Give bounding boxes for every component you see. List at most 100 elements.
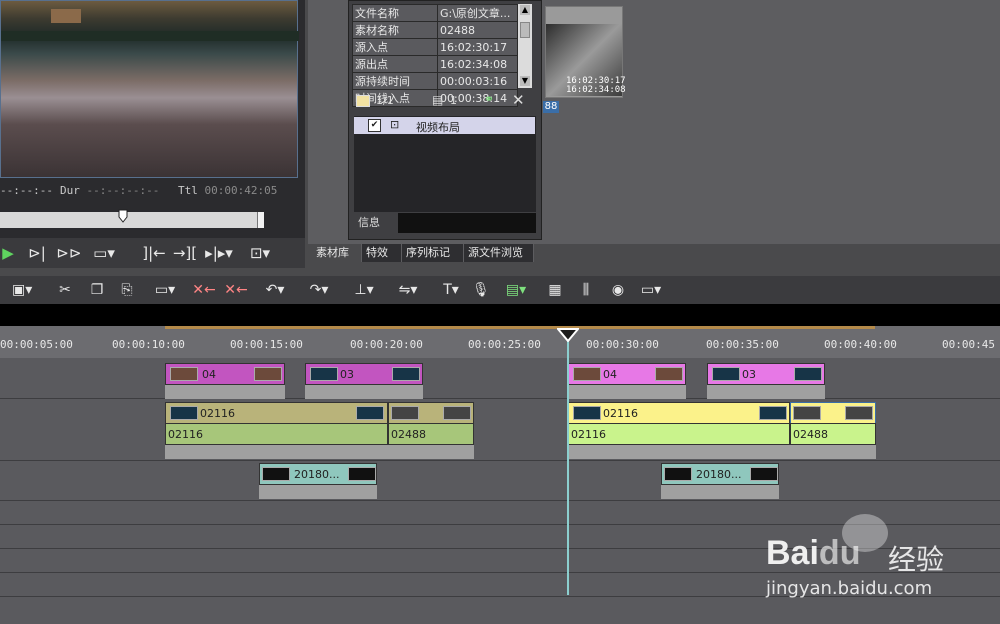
checkbox[interactable]: ✔	[368, 119, 381, 132]
layer-count: 1	[450, 94, 457, 107]
ruler-label: 00:00:15:00	[230, 338, 303, 351]
table-row: 文件名称 G:\原创文章...	[352, 4, 518, 22]
scrub-end-marker	[257, 212, 264, 228]
ruler-label: 00:00:45	[942, 338, 995, 351]
clip-strip	[707, 385, 825, 399]
scrub-bar[interactable]	[0, 212, 263, 228]
timeline-clip[interactable]	[790, 402, 876, 424]
timeline-clip[interactable]: 03	[707, 363, 825, 385]
baidu-watermark: Baidu 经验 jingyan.baidu.com	[760, 512, 1000, 624]
mark-in-icon[interactable]: ]|←	[142, 242, 166, 264]
tab-library[interactable]: 素材库	[312, 244, 362, 262]
title-icon[interactable]: T▾	[438, 280, 464, 300]
layout-icon[interactable]: ▭▾	[636, 280, 666, 300]
timeline-clip[interactable]: 02116	[568, 423, 790, 445]
loop-icon[interactable]: ▭▾	[92, 242, 116, 264]
page-icon	[356, 95, 370, 107]
effect-icon: ⊡	[390, 118, 400, 131]
clip-thumbnail	[392, 367, 420, 381]
mark-out-icon[interactable]: →][	[172, 242, 198, 264]
scroll-thumb[interactable]	[520, 22, 530, 38]
clip-thumbnail	[750, 467, 778, 481]
playhead-line[interactable]	[567, 340, 569, 595]
paste-icon[interactable]: ⎘	[118, 280, 136, 300]
clip-thumbnail	[310, 367, 338, 381]
dur-value: --:--:--:--	[86, 184, 160, 197]
clip-label: 02116	[603, 407, 638, 420]
multicam-icon[interactable]: ▦	[546, 280, 564, 300]
clip-thumbnail	[793, 406, 821, 420]
delete-icon[interactable]: ✕←	[192, 280, 216, 300]
ttl-value: 00:00:42:05	[204, 184, 278, 197]
redo-icon[interactable]: ↷▾	[304, 280, 334, 300]
tab-effects[interactable]: 特效	[362, 244, 402, 262]
left-timecode: --:--:--	[0, 184, 53, 197]
clip-strip	[568, 385, 686, 399]
info-field	[398, 213, 536, 233]
treeline-detail	[1, 31, 299, 41]
clip-label: 20180...	[294, 468, 340, 481]
clip-thumbnail	[262, 467, 290, 481]
copy-icon[interactable]: ❐	[88, 280, 106, 300]
play-icon[interactable]: ▶	[0, 242, 16, 264]
scroll-down-icon[interactable]: ▼	[520, 76, 530, 86]
scroll-up-icon[interactable]: ▲	[520, 5, 530, 15]
tab-source-browser[interactable]: 源文件浏览	[464, 244, 534, 262]
timeline-clip[interactable]: 02116	[568, 402, 790, 424]
step-forward-icon[interactable]: ⊳|	[26, 242, 48, 264]
timeline-clip[interactable]: 02488	[790, 423, 876, 445]
marker-icon[interactable]: ⊥▾	[346, 280, 382, 300]
clip-thumbnail	[573, 406, 601, 420]
microphone-icon[interactable]: 🎙	[472, 280, 490, 300]
timeline-clip[interactable]: 04	[165, 363, 285, 385]
clip-settings-icon[interactable]: ▭▾	[150, 280, 180, 300]
clip-label: 04	[202, 368, 216, 381]
list-item[interactable]: ✔ ⊡ 视频布局	[354, 117, 535, 134]
watermark-cn: 经验	[888, 543, 945, 576]
timeline-clip[interactable]	[388, 402, 474, 424]
prop-key: 源入点	[352, 38, 438, 56]
timeline-clip[interactable]: 20180...	[661, 463, 779, 485]
clip-strip	[165, 385, 285, 399]
clip-thumbnail	[712, 367, 740, 381]
playhead-icon[interactable]	[557, 328, 579, 342]
clip-strip	[661, 485, 779, 499]
link-icon[interactable]: ⚭	[484, 92, 494, 106]
cut-icon[interactable]: ✂	[56, 280, 74, 300]
fast-forward-icon[interactable]: ⊳⊳	[56, 242, 82, 264]
prop-key: 源出点	[352, 55, 438, 73]
timeline-clip[interactable]: 20180...	[259, 463, 377, 485]
watermark-brand: Baidu	[766, 534, 860, 573]
overwrite-icon[interactable]: ⊡▾	[248, 242, 272, 264]
clip-thumbnail	[254, 367, 282, 381]
effect-item-label: 视频布局	[416, 121, 460, 134]
ripple-delete-icon[interactable]: ✕←	[224, 280, 248, 300]
close-icon[interactable]: ✕	[512, 91, 525, 109]
ruler-label: 00:00:25:00	[468, 338, 541, 351]
ttl-label: Ttl 00:00:42:05	[178, 184, 277, 200]
clip-label: 04	[603, 368, 617, 381]
clip-thumbnail	[794, 367, 822, 381]
layers-icon[interactable]: ▤	[432, 93, 443, 107]
color-icon[interactable]: ◉	[608, 280, 628, 300]
scrub-handle-icon[interactable]	[118, 209, 128, 223]
prop-value: 16:02:34:08	[437, 55, 518, 73]
clip-thumbnail	[348, 467, 376, 481]
undo-icon[interactable]: ↶▾	[260, 280, 290, 300]
clip-thumbnail	[664, 467, 692, 481]
mixer-icon[interactable]: ⫼	[576, 280, 596, 300]
timeline-clip[interactable]: 04	[568, 363, 686, 385]
table-row: 源入点 16:02:30:17	[352, 38, 518, 56]
property-scrollbar[interactable]: ▲ ▼	[518, 4, 532, 88]
clip-thumbnail	[170, 406, 198, 420]
insert-icon[interactable]: ▸|▸▾	[204, 242, 234, 264]
timeline-clip[interactable]: 02116	[165, 402, 388, 424]
timeline-clip[interactable]: 02116	[165, 423, 388, 445]
timeline-clip[interactable]: 02488	[388, 423, 474, 445]
timeline-clip[interactable]: 03	[305, 363, 423, 385]
render-icon[interactable]: ▤▾	[498, 280, 534, 300]
sync-icon[interactable]: ⇋▾	[390, 280, 426, 300]
ruler-label: 00:00:20:00	[350, 338, 423, 351]
save-icon[interactable]: ▣▾	[12, 280, 32, 300]
tab-sequence-markers[interactable]: 序列标记	[402, 244, 464, 262]
